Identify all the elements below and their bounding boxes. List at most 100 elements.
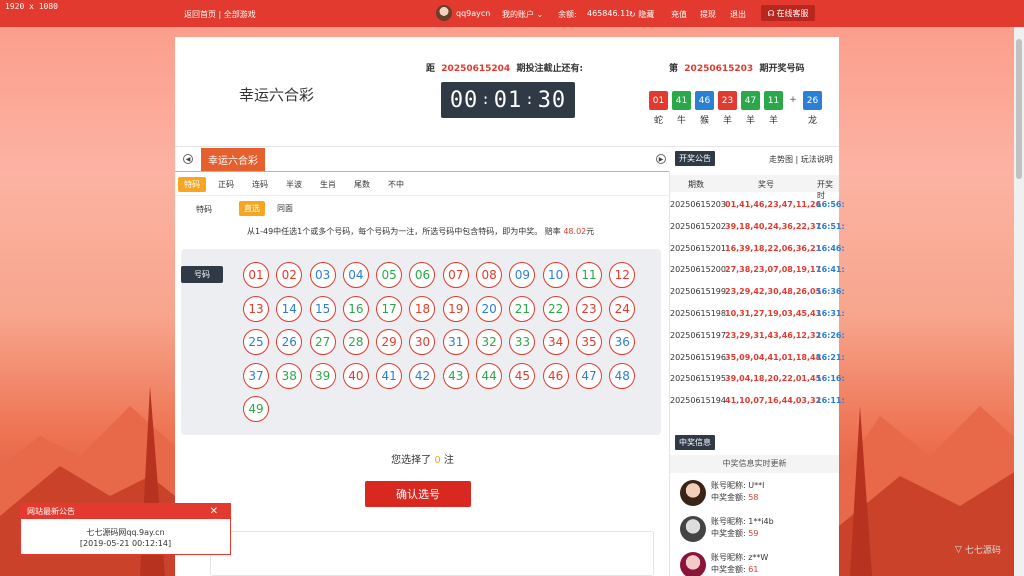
user-avatar xyxy=(436,5,452,21)
draw-ball-number: 41 xyxy=(672,91,691,110)
trend-rules-links[interactable]: 走势图 | 玩法说明 xyxy=(769,154,833,165)
number-ball-18[interactable]: 18 xyxy=(409,295,436,322)
mode-direct-button[interactable]: 直选 xyxy=(239,201,265,216)
hide-balance-button[interactable]: ↻ 隐藏 xyxy=(629,9,654,20)
close-icon[interactable]: ✕ xyxy=(210,504,218,519)
tab-draw-notice[interactable]: 开奖公告 xyxy=(675,151,715,166)
number-ball-12[interactable]: 12 xyxy=(609,262,636,288)
number-ball-43[interactable]: 43 xyxy=(442,362,469,389)
number-ball-37[interactable]: 37 xyxy=(243,362,269,389)
number-ball-20[interactable]: 20 xyxy=(476,295,503,322)
popup-line-2: [2019-05-21 00:12:14] xyxy=(79,539,172,548)
number-ball-10[interactable]: 10 xyxy=(542,262,569,288)
number-ball-27[interactable]: 27 xyxy=(309,329,336,355)
number-ball-21[interactable]: 21 xyxy=(509,295,536,322)
user-info[interactable]: qq9aycn xyxy=(436,5,490,21)
number-ball-38[interactable]: 38 xyxy=(276,362,303,389)
number-ball-08[interactable]: 08 xyxy=(476,262,503,288)
number-ball-07[interactable]: 07 xyxy=(442,262,469,288)
number-ball-29[interactable]: 29 xyxy=(376,329,403,355)
next-arrow-icon[interactable]: ▶ xyxy=(656,154,666,164)
number-ball-41[interactable]: 41 xyxy=(376,362,403,389)
top-bar: 1920 x 1080 返回首页 | 全部游戏 qq9aycn 我的账户 ⌄ 余… xyxy=(0,0,1024,27)
number-ball-15[interactable]: 15 xyxy=(309,295,336,322)
subtab-6[interactable]: 不中 xyxy=(382,177,410,192)
history-period: 20250615202 xyxy=(670,221,726,231)
number-ball-34[interactable]: 34 xyxy=(542,329,569,355)
number-ball-05[interactable]: 05 xyxy=(376,262,403,288)
number-ball-39[interactable]: 39 xyxy=(309,362,336,389)
subtab-5[interactable]: 尾数 xyxy=(348,177,376,192)
tab-game[interactable]: 幸运六合彩 xyxy=(201,148,265,171)
winner-amount: 中奖金额: 61 xyxy=(711,565,759,574)
page-scrollbar[interactable] xyxy=(1014,27,1024,576)
number-ball-06[interactable]: 06 xyxy=(409,262,436,288)
number-ball-26[interactable]: 26 xyxy=(276,329,303,355)
number-ball-09[interactable]: 09 xyxy=(509,262,536,288)
subtab-0[interactable]: 特码 xyxy=(178,177,206,192)
history-time: 16:51: xyxy=(816,221,845,231)
home-links[interactable]: 返回首页 | 全部游戏 xyxy=(184,9,256,20)
winner-name: 账号昵称: U**l xyxy=(711,481,765,490)
number-ball-36[interactable]: 36 xyxy=(609,329,636,355)
number-ball-47[interactable]: 47 xyxy=(575,362,602,389)
number-ball-48[interactable]: 48 xyxy=(609,362,636,389)
number-ball-33[interactable]: 33 xyxy=(509,329,536,355)
number-ball-32[interactable]: 32 xyxy=(476,329,503,355)
confirm-button[interactable]: 确认选号 xyxy=(365,481,471,507)
number-ball-40[interactable]: 40 xyxy=(342,362,369,389)
subtab-2[interactable]: 连码 xyxy=(246,177,274,192)
number-ball-31[interactable]: 31 xyxy=(442,329,469,355)
logout-link[interactable]: 退出 xyxy=(730,9,746,20)
number-grid: 01 02 03 04 05 06 07 08 09 10 11 12 13 14 15 16 17 18 19 20… xyxy=(243,262,636,422)
number-ball-44[interactable]: 44 xyxy=(476,362,503,389)
support-button[interactable]: ☊ 在线客服 xyxy=(761,5,815,21)
number-ball-04[interactable]: 04 xyxy=(342,262,369,288)
number-ball-22[interactable]: 22 xyxy=(542,295,569,322)
number-ball-35[interactable]: 35 xyxy=(575,329,602,355)
game-title: 幸运六合彩 xyxy=(239,86,315,104)
history-numbers: 41,10,07,16,44,03,32 xyxy=(725,396,822,406)
notice-popup: 网站最新公告 ✕ 七七源码网qq.9ay.cn [2019-05-21 00:12… xyxy=(20,503,231,555)
number-ball-23[interactable]: 23 xyxy=(575,295,602,322)
number-ball-14[interactable]: 14 xyxy=(276,295,303,322)
number-ball-02[interactable]: 02 xyxy=(276,262,303,288)
draw-ball-4: 47 羊 xyxy=(741,91,760,126)
number-ball-01[interactable]: 01 xyxy=(243,262,269,288)
history-period: 20250615198 xyxy=(670,308,726,318)
bet-list-box xyxy=(210,531,654,576)
prev-arrow-icon[interactable]: ◀ xyxy=(183,154,193,164)
number-ball-19[interactable]: 19 xyxy=(442,295,469,322)
number-ball-17[interactable]: 17 xyxy=(376,295,403,322)
popup-line-1: 七七源码网qq.9ay.cn xyxy=(86,528,165,537)
withdraw-link[interactable]: 提现 xyxy=(700,9,716,20)
tab-win-info[interactable]: 中奖信息 xyxy=(675,435,715,450)
number-ball-03[interactable]: 03 xyxy=(309,262,336,288)
number-ball-24[interactable]: 24 xyxy=(609,295,636,322)
subtab-1[interactable]: 正码 xyxy=(212,177,240,192)
number-ball-30[interactable]: 30 xyxy=(409,329,436,355)
number-ball-46[interactable]: 46 xyxy=(542,362,569,389)
number-ball-49[interactable]: 49 xyxy=(243,396,269,422)
number-ball-13[interactable]: 13 xyxy=(243,295,269,322)
number-ball-45[interactable]: 45 xyxy=(509,362,536,389)
number-ball-42[interactable]: 42 xyxy=(409,362,436,389)
history-period: 20250615195 xyxy=(670,374,726,384)
main-panel: 幸运六合彩 距 20250615204 期投注截止还有: 00:01:30 第 … xyxy=(175,37,845,576)
subtab-3[interactable]: 半波 xyxy=(280,177,308,192)
number-ball-25[interactable]: 25 xyxy=(243,329,269,355)
my-account-menu[interactable]: 我的账户 ⌄ xyxy=(502,9,543,20)
mode-same-button[interactable]: 同面 xyxy=(272,201,298,216)
number-ball-16[interactable]: 16 xyxy=(342,295,369,322)
recharge-link[interactable]: 充值 xyxy=(671,9,687,20)
avatar xyxy=(680,516,706,542)
number-ball-11[interactable]: 11 xyxy=(575,262,602,288)
draw-ball-number: 47 xyxy=(741,91,760,110)
history-time: 16:56: xyxy=(816,200,845,209)
history-numbers: 39,04,18,20,22,01,45 xyxy=(725,374,822,384)
balance-value: 465846.11 xyxy=(587,9,631,18)
watermark: ▽ 七七源码 xyxy=(955,544,1001,557)
subtab-4[interactable]: 生肖 xyxy=(314,177,342,192)
history-numbers: 16,39,18,22,06,36,21 xyxy=(725,243,822,253)
number-ball-28[interactable]: 28 xyxy=(342,329,369,355)
